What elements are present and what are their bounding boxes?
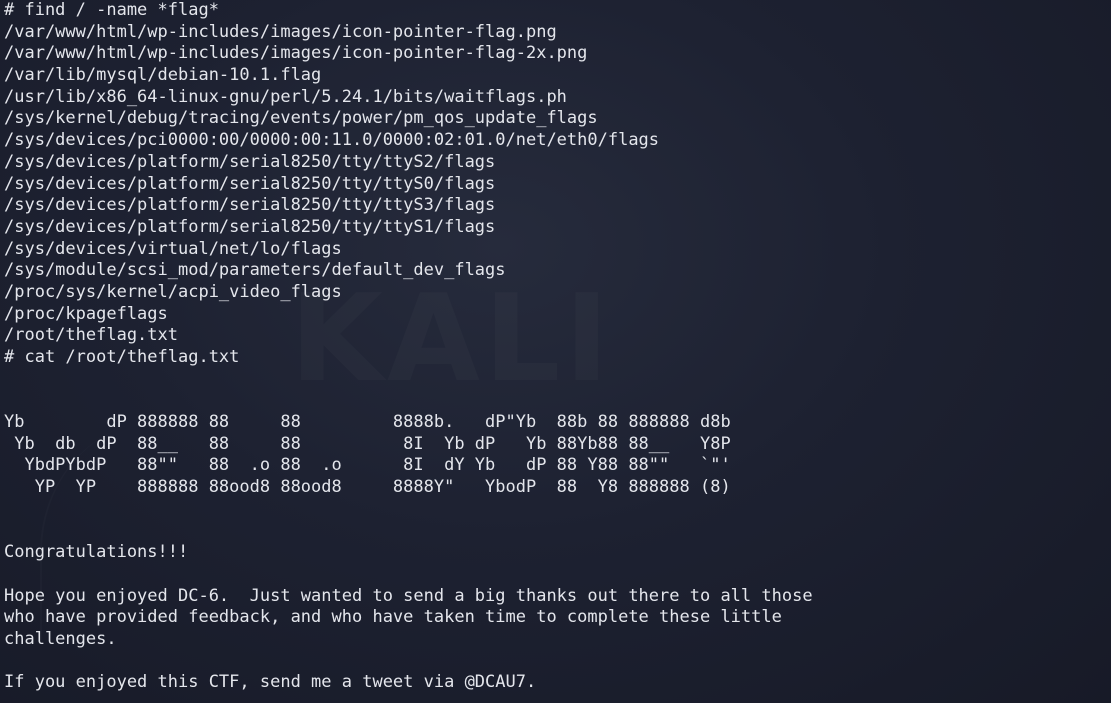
find-result-line: /proc/kpageflags xyxy=(4,303,168,324)
tweet-line: If you enjoyed this CTF, send me a tweet… xyxy=(4,672,537,693)
ascii-art-line: Yb dP 888888 88 88 8888b. dP"Yb 88b 88 8… xyxy=(4,412,731,433)
message-line: Hope you enjoyed DC-6. Just wanted to se… xyxy=(4,585,813,606)
find-result-line: /sys/kernel/debug/tracing/events/power/p… xyxy=(4,108,598,129)
message-line: challenges. xyxy=(4,628,117,649)
find-result-line: /sys/devices/platform/serial8250/tty/tty… xyxy=(4,216,496,237)
find-result-line: /sys/devices/platform/serial8250/tty/tty… xyxy=(4,195,496,216)
find-result-line: /sys/module/scsi_mod/parameters/default_… xyxy=(4,260,506,281)
message-line: who have provided feedback, and who have… xyxy=(4,607,782,628)
terminal-output[interactable]: # find / -name *flag* /var/www/html/wp-i… xyxy=(4,0,1111,703)
find-result-line: /sys/devices/pci0000:00/0000:00:11.0/000… xyxy=(4,130,660,151)
find-result-line: /var/www/html/wp-includes/images/icon-po… xyxy=(4,21,557,42)
ascii-art-line: YbdPYbdP 88"" 88 .o 88 .o 8I dY Yb dP 88… xyxy=(4,455,731,476)
ascii-art-line: YP YP 888888 88ood8 88ood8 8888Y" YbodP … xyxy=(4,477,731,498)
find-result-line: /proc/sys/kernel/acpi_video_flags xyxy=(4,281,342,302)
find-result-line: /root/theflag.txt xyxy=(4,325,178,346)
ascii-art-line: Yb db dP 88__ 88 88 8I Yb dP Yb 88Yb88 8… xyxy=(4,433,731,454)
find-result-line: /sys/devices/platform/serial8250/tty/tty… xyxy=(4,173,496,194)
congratulations-text: Congratulations!!! xyxy=(4,542,189,563)
command-prompt-find: # find / -name *flag* xyxy=(4,0,219,20)
find-result-line: /var/www/html/wp-includes/images/icon-po… xyxy=(4,43,588,64)
find-result-line: /sys/devices/virtual/net/lo/flags xyxy=(4,238,342,259)
find-result-line: /usr/lib/x86_64-linux-gnu/perl/5.24.1/bi… xyxy=(4,86,567,107)
command-prompt-cat: # cat /root/theflag.txt xyxy=(4,347,240,367)
find-result-line: /sys/devices/platform/serial8250/tty/tty… xyxy=(4,151,496,172)
find-result-line: /var/lib/mysql/debian-10.1.flag xyxy=(4,65,322,86)
